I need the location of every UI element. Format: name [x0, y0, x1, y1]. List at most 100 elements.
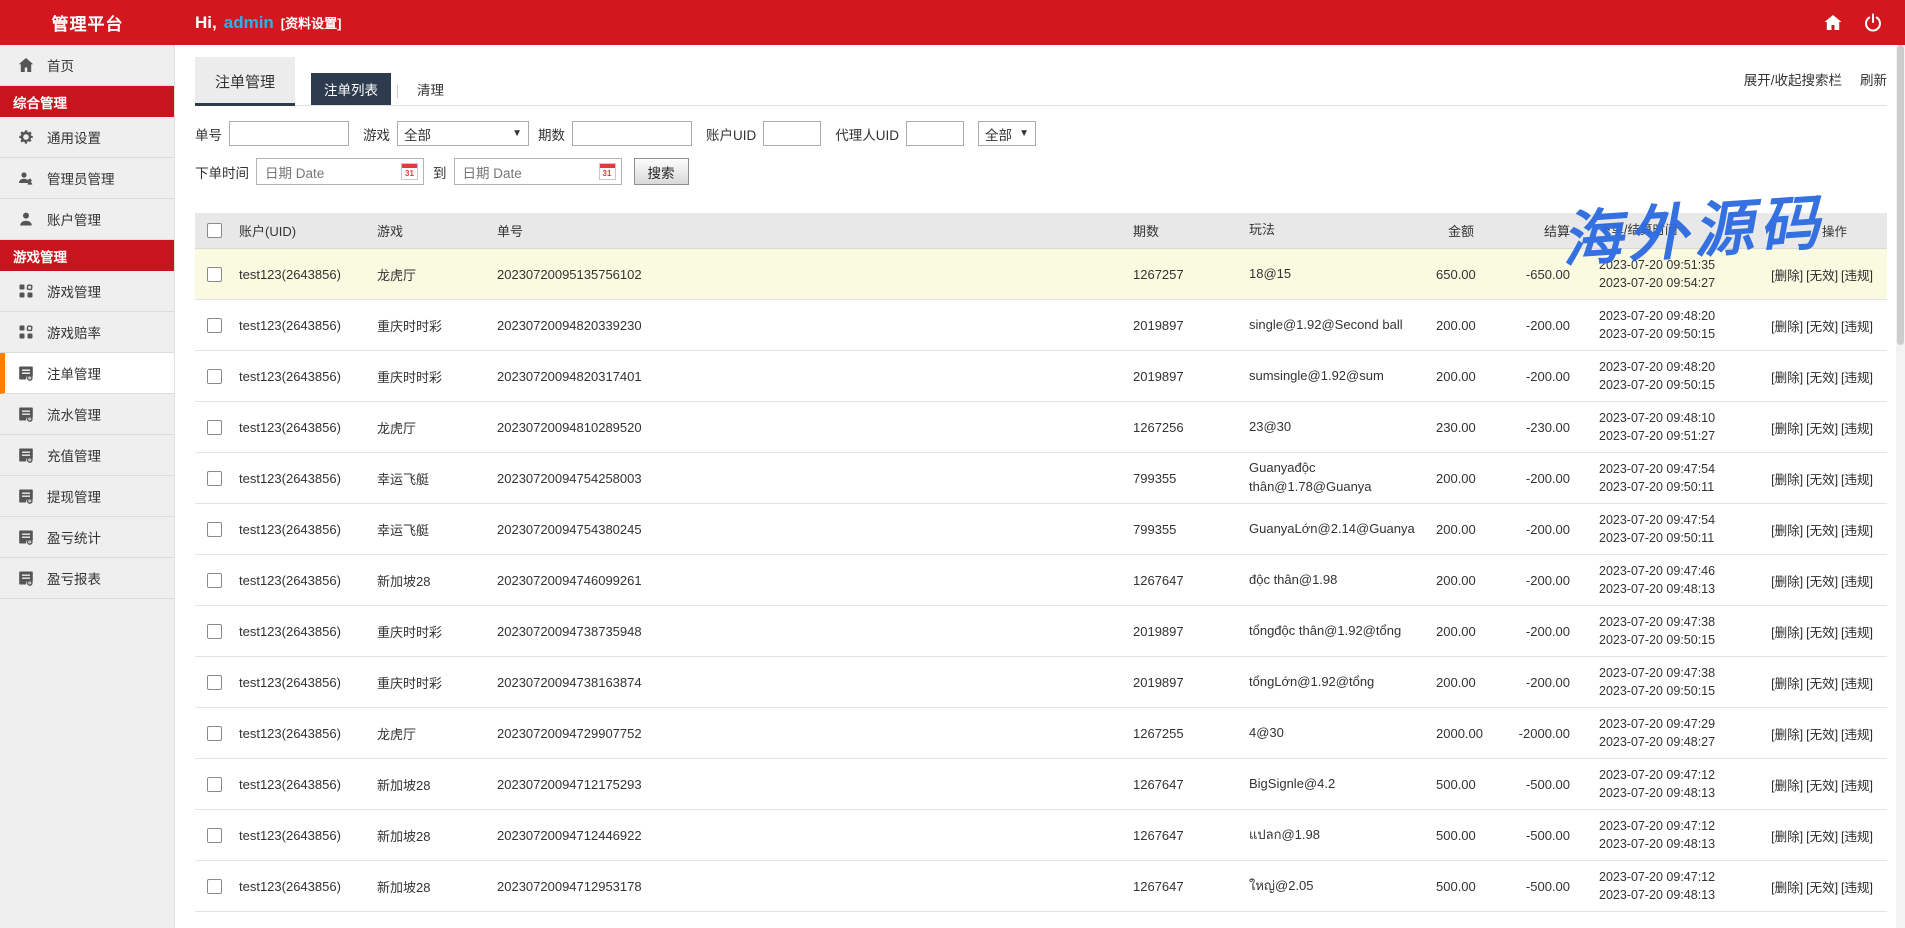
- game-cell: 新加坡28: [371, 877, 491, 896]
- tab-clean[interactable]: 清理: [404, 73, 457, 105]
- delete-link[interactable]: [删除]: [1771, 881, 1803, 895]
- delete-link[interactable]: [删除]: [1771, 677, 1803, 691]
- violation-link[interactable]: [违规]: [1841, 269, 1873, 283]
- actions-cell: [删除][无效][违规]: [1754, 367, 1887, 386]
- sidebar-item-首页[interactable]: 首页: [0, 45, 174, 86]
- invalid-link[interactable]: [无效]: [1806, 371, 1838, 385]
- row-checkbox[interactable]: [207, 675, 222, 690]
- power-logout-icon[interactable]: [1863, 13, 1883, 33]
- row-checkbox[interactable]: [207, 624, 222, 639]
- row-checkbox[interactable]: [207, 471, 222, 486]
- profile-settings-link[interactable]: [资料设置]: [281, 13, 342, 32]
- violation-link[interactable]: [违规]: [1841, 371, 1873, 385]
- delete-link[interactable]: [删除]: [1771, 422, 1803, 436]
- sidebar-item-提现管理[interactable]: 0 提现管理: [0, 476, 174, 517]
- delete-link[interactable]: [删除]: [1771, 830, 1803, 844]
- invalid-link[interactable]: [无效]: [1806, 830, 1838, 844]
- toggle-search-link[interactable]: 展开/收起搜索栏: [1744, 69, 1842, 89]
- sidebar-item-流水管理[interactable]: 0 流水管理: [0, 394, 174, 435]
- topbar: 管理平台 Hi, admin [资料设置]: [0, 0, 1905, 45]
- invalid-link[interactable]: [无效]: [1806, 779, 1838, 793]
- account-cell: test123(2643856): [233, 471, 371, 486]
- calendar-icon[interactable]: 31: [599, 163, 616, 180]
- row-checkbox[interactable]: [207, 369, 222, 384]
- vertical-scrollbar[interactable]: [1896, 45, 1905, 928]
- violation-link[interactable]: [违规]: [1841, 320, 1873, 334]
- time-cell: 2023-07-20 09:47:12 2023-07-20 09:48:13: [1583, 817, 1754, 853]
- tab-order-list[interactable]: 注单列表: [311, 73, 391, 105]
- home-icon[interactable]: [1823, 13, 1843, 33]
- delete-link[interactable]: [删除]: [1771, 320, 1803, 334]
- status-select[interactable]: 全部 ▼: [978, 121, 1036, 146]
- delete-link[interactable]: [删除]: [1771, 779, 1803, 793]
- invalid-link[interactable]: [无效]: [1806, 626, 1838, 640]
- violation-link[interactable]: [违规]: [1841, 830, 1873, 844]
- admin-username: admin: [224, 13, 274, 33]
- game-select[interactable]: 全部 ▼: [397, 121, 529, 146]
- invalid-link[interactable]: [无效]: [1806, 422, 1838, 436]
- delete-link[interactable]: [删除]: [1771, 371, 1803, 385]
- date-from-input[interactable]: 日期 Date 31: [256, 158, 424, 185]
- scrollbar-thumb[interactable]: [1897, 45, 1904, 345]
- violation-link[interactable]: [违规]: [1841, 524, 1873, 538]
- sidebar-item-通用设置[interactable]: 通用设置: [0, 117, 174, 158]
- row-checkbox[interactable]: [207, 777, 222, 792]
- account-cell: test123(2643856): [233, 777, 371, 792]
- sidebar-item-游戏管理[interactable]: 游戏管理: [0, 271, 174, 312]
- violation-link[interactable]: [违规]: [1841, 728, 1873, 742]
- invalid-link[interactable]: [无效]: [1806, 473, 1838, 487]
- account-uid-input[interactable]: [763, 121, 821, 146]
- order-time: 2023-07-20 09:47:54: [1599, 511, 1754, 529]
- period-input[interactable]: [572, 121, 692, 146]
- sidebar-item-盈亏报表[interactable]: 0 盈亏报表: [0, 558, 174, 599]
- sidebar-item-充值管理[interactable]: 0 充值管理: [0, 435, 174, 476]
- delete-link[interactable]: [删除]: [1771, 728, 1803, 742]
- sidebar-item-管理员管理[interactable]: 管理员管理: [0, 158, 174, 199]
- row-checkbox[interactable]: [207, 828, 222, 843]
- row-checkbox[interactable]: [207, 267, 222, 282]
- delete-link[interactable]: [删除]: [1771, 269, 1803, 283]
- sidebar-item-游戏赔率[interactable]: 游戏赔率: [0, 312, 174, 353]
- violation-link[interactable]: [违规]: [1841, 575, 1873, 589]
- invalid-link[interactable]: [无效]: [1806, 320, 1838, 334]
- row-checkbox[interactable]: [207, 522, 222, 537]
- col-amount: 金额: [1430, 221, 1490, 240]
- delete-link[interactable]: [删除]: [1771, 473, 1803, 487]
- delete-link[interactable]: [删除]: [1771, 524, 1803, 538]
- game-cell: 重庆时时彩: [371, 673, 491, 692]
- violation-link[interactable]: [违规]: [1841, 473, 1873, 487]
- row-checkbox[interactable]: [207, 420, 222, 435]
- row-checkbox[interactable]: [207, 573, 222, 588]
- delete-link[interactable]: [删除]: [1771, 626, 1803, 640]
- violation-link[interactable]: [违规]: [1841, 881, 1873, 895]
- invalid-link[interactable]: [无效]: [1806, 881, 1838, 895]
- settle-cell: -200.00: [1490, 522, 1583, 537]
- violation-link[interactable]: [违规]: [1841, 677, 1873, 691]
- invalid-link[interactable]: [无效]: [1806, 728, 1838, 742]
- date-to-input[interactable]: 日期 Date 31: [454, 158, 622, 185]
- sidebar-item-账户管理[interactable]: 账户管理: [0, 199, 174, 240]
- sidebar-item-注单管理[interactable]: 0 注单管理: [0, 353, 174, 394]
- play-cell: tổngđộc thân@1.92@tổng: [1245, 622, 1430, 641]
- invalid-link[interactable]: [无效]: [1806, 524, 1838, 538]
- sidebar-item-盈亏统计[interactable]: 0 盈亏统计: [0, 517, 174, 558]
- invalid-link[interactable]: [无效]: [1806, 575, 1838, 589]
- row-checkbox[interactable]: [207, 726, 222, 741]
- violation-link[interactable]: [违规]: [1841, 626, 1873, 640]
- order-no-input[interactable]: [229, 121, 349, 146]
- invalid-link[interactable]: [无效]: [1806, 269, 1838, 283]
- row-checkbox[interactable]: [207, 318, 222, 333]
- order-no-cell: 20230720094738735948: [491, 624, 1125, 639]
- calendar-icon[interactable]: 31: [401, 163, 418, 180]
- search-button[interactable]: 搜索: [634, 158, 689, 185]
- agent-uid-input[interactable]: [906, 121, 964, 146]
- violation-link[interactable]: [违规]: [1841, 422, 1873, 436]
- order-no-cell: 20230720095135756102: [491, 267, 1125, 282]
- select-all-checkbox[interactable]: [207, 223, 222, 238]
- delete-link[interactable]: [删除]: [1771, 575, 1803, 589]
- invalid-link[interactable]: [无效]: [1806, 677, 1838, 691]
- refresh-link[interactable]: 刷新: [1860, 69, 1887, 89]
- violation-link[interactable]: [违规]: [1841, 779, 1873, 793]
- row-checkbox[interactable]: [207, 879, 222, 894]
- col-period: 期数: [1125, 221, 1245, 240]
